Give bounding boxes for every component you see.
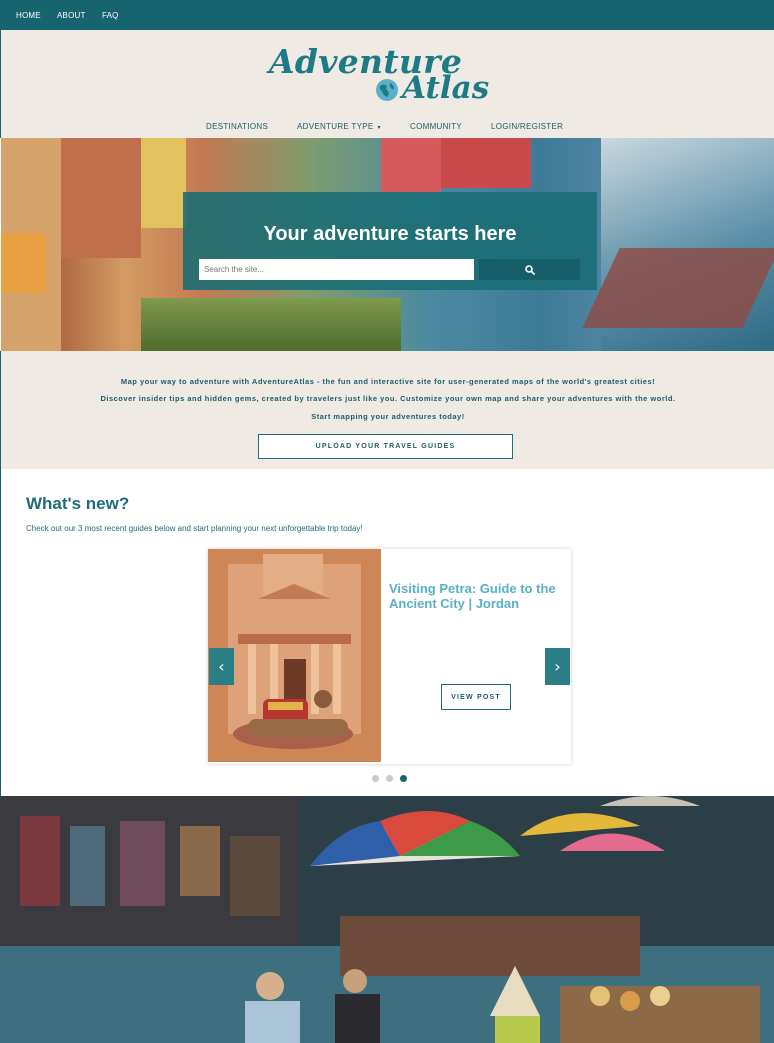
search-button[interactable] <box>479 259 580 280</box>
intro-line: Start mapping your adventures today! <box>311 412 465 421</box>
hero-title: Your adventure starts here <box>263 223 517 245</box>
nav-adventure-type-dropdown[interactable]: ADVENTURE TYPE ▾ <box>297 122 381 131</box>
top-nav-bar: HOME ABOUT FAQ <box>0 0 774 30</box>
chevron-right-icon: › <box>554 657 561 676</box>
hero-photo-building <box>1 233 46 293</box>
search-input[interactable] <box>199 259 474 280</box>
floating-market-photo <box>0 796 774 1043</box>
hero-search-panel: Your adventure starts here <box>183 192 597 290</box>
view-post-button[interactable]: VIEW POST <box>441 684 511 710</box>
nav-faq-link[interactable]: FAQ <box>102 11 119 20</box>
nav-destinations-link[interactable]: DESTINATIONS <box>206 122 268 131</box>
carousel-dot[interactable] <box>386 775 393 782</box>
nav-login-register-link[interactable]: LOGIN/REGISTER <box>491 122 563 131</box>
guide-card-title[interactable]: Visiting Petra: Guide to the Ancient Cit… <box>389 581 567 611</box>
intro-section: Map your way to adventure with Adventure… <box>0 351 774 469</box>
search-icon <box>524 264 535 275</box>
section-title: What's new? <box>26 494 130 513</box>
hero-photo-building <box>441 138 531 188</box>
intro-line: Map your way to adventure with Adventure… <box>120 377 656 386</box>
logo-text-atlas[interactable]: Atlas <box>402 70 489 106</box>
carousel-dot[interactable] <box>400 775 407 782</box>
caret-down-icon: ▾ <box>377 125 381 131</box>
hero-banner: Your adventure starts here <box>1 138 774 351</box>
chevron-left-icon: ‹ <box>218 657 225 676</box>
floating-market-illustration <box>0 796 774 1043</box>
carousel-next-button[interactable]: › <box>545 648 570 685</box>
upload-travel-guides-button[interactable]: UPLOAD YOUR TRAVEL GUIDES <box>258 434 513 459</box>
site-header: Adventure Atlas DESTINATIONS ADVENTURE T… <box>0 30 774 138</box>
hero-photo-building <box>381 138 441 193</box>
guide-card[interactable]: Visiting Petra: Guide to the Ancient Cit… <box>208 549 571 764</box>
hero-photo-building <box>141 138 186 228</box>
hero-photo-plants <box>141 298 401 351</box>
nav-about-link[interactable]: ABOUT <box>57 11 86 20</box>
nav-home-link[interactable]: HOME <box>16 11 41 20</box>
carousel-dot[interactable] <box>372 775 379 782</box>
intro-line: Discover insider tips and hidden gems, c… <box>100 394 676 403</box>
hero-photo-building <box>61 138 141 258</box>
section-subtitle: Check out our 3 most recent guides below… <box>26 524 363 533</box>
carousel-prev-button[interactable]: ‹ <box>209 648 234 685</box>
whats-new-section: What's new? Check out our 3 most recent … <box>0 469 774 796</box>
nav-community-link[interactable]: COMMUNITY <box>410 122 462 131</box>
nav-adventure-type-label: ADVENTURE TYPE <box>297 122 374 131</box>
globe-icon <box>376 79 398 101</box>
